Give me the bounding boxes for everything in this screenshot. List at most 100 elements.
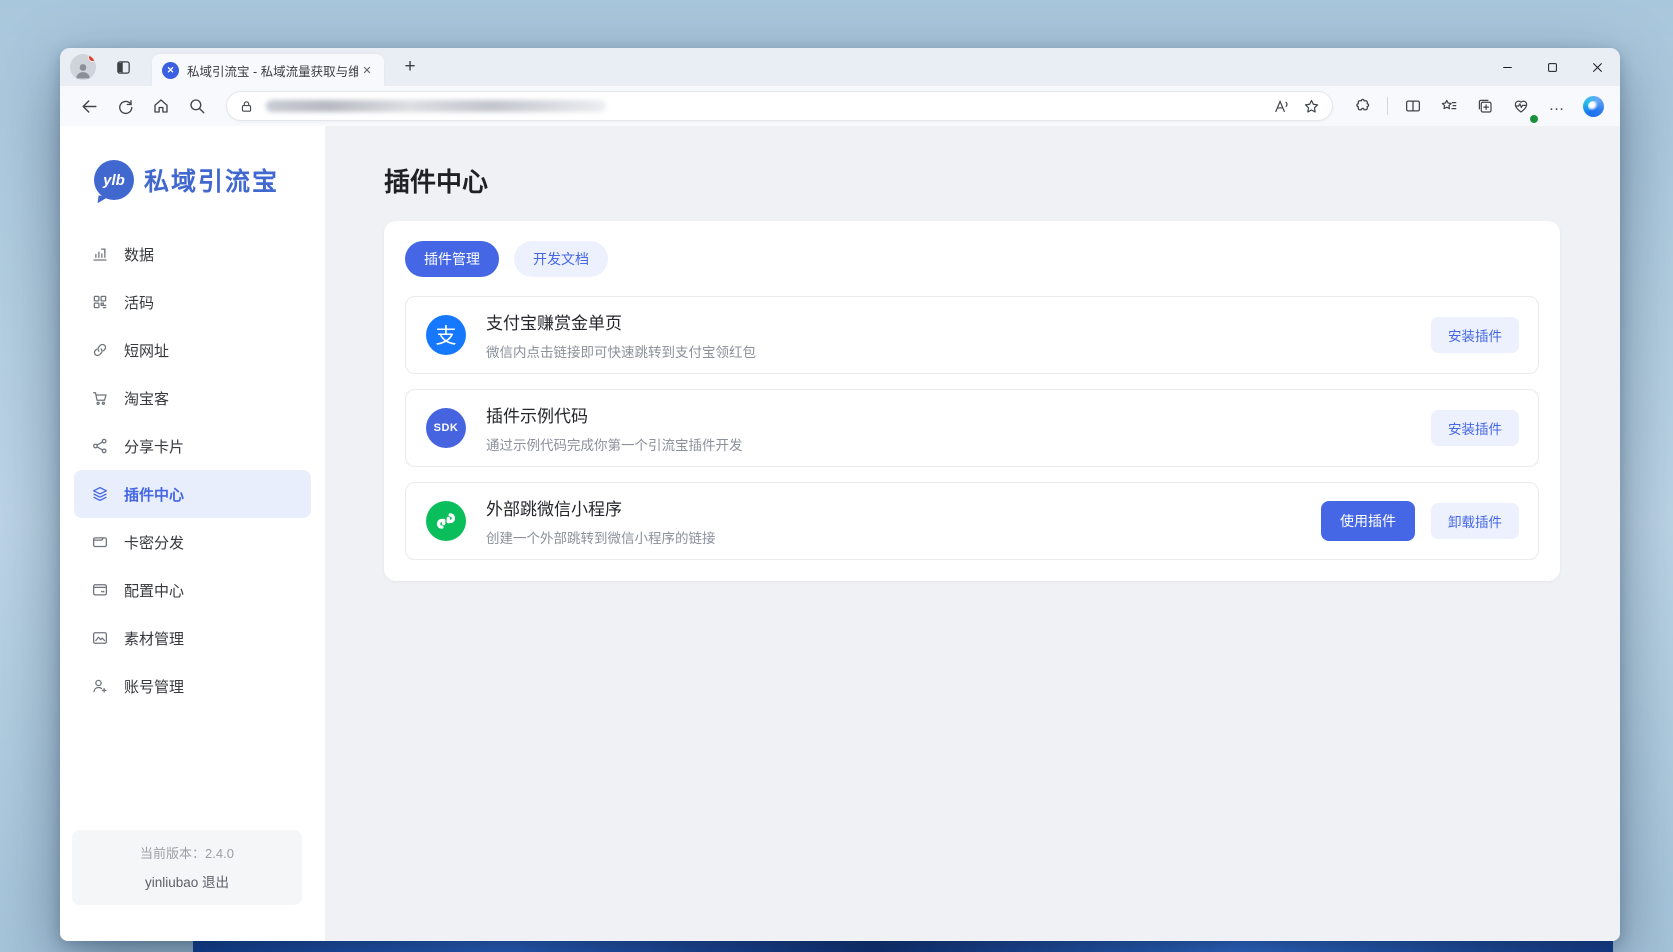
plugin-text: 插件示例代码 通过示例代码完成你第一个引流宝插件开发 (486, 402, 743, 454)
install-plugin-button[interactable]: 安装插件 (1431, 317, 1519, 353)
plugin-buttons: 安装插件 (1431, 410, 1519, 446)
sidebar-item-label: 插件中心 (124, 484, 184, 505)
window-gear-icon (91, 581, 109, 599)
sidebar-item-label: 账号管理 (124, 676, 184, 697)
address-bar[interactable] (226, 91, 1333, 121)
profile-avatar[interactable] (70, 54, 96, 80)
plugin-buttons: 使用插件 卸载插件 (1321, 501, 1519, 541)
notification-dot (88, 54, 96, 62)
toolbar-divider (1387, 97, 1388, 115)
plugin-text: 支付宝赚赏金单页 微信内点击链接即可快速跳转到支付宝领红包 (486, 309, 756, 361)
favorite-star-icon (1303, 98, 1320, 115)
sidebar-item-plugin-center[interactable]: 插件中心 (74, 470, 311, 518)
extensions-button[interactable] (1347, 91, 1377, 121)
close-button[interactable] (1575, 48, 1620, 86)
browser-essentials-button[interactable] (1506, 91, 1536, 121)
collections-icon (1476, 97, 1494, 115)
chart-icon (91, 245, 109, 263)
sidebar-item-label: 素材管理 (124, 628, 184, 649)
more-icon: … (1549, 101, 1566, 111)
maximize-button[interactable] (1530, 48, 1575, 86)
address-url-redacted (266, 100, 606, 112)
logo-bubble-icon: ylb (94, 160, 134, 200)
sidebar-item-material[interactable]: 素材管理 (74, 614, 311, 662)
search-button[interactable] (182, 91, 212, 121)
browser-window: ✕ 私域引流宝 - 私域流量获取与维护 ✕ + (60, 48, 1620, 941)
plugin-description: 微信内点击链接即可快速跳转到支付宝领红包 (486, 341, 756, 361)
copilot-icon (1583, 96, 1604, 117)
sidebar-item-label: 活码 (124, 292, 154, 313)
split-screen-button[interactable] (1398, 91, 1428, 121)
split-screen-icon (1404, 97, 1422, 115)
tab-strip: ✕ 私域引流宝 - 私域流量获取与维护 ✕ + (60, 48, 1620, 86)
uninstall-plugin-button[interactable]: 卸载插件 (1431, 503, 1519, 539)
install-plugin-button[interactable]: 安装插件 (1431, 410, 1519, 446)
sidebar-item-label: 数据 (124, 244, 154, 265)
extensions-icon (1353, 97, 1371, 115)
tab-dev-docs[interactable]: 开发文档 (514, 241, 608, 277)
add-favorite-button[interactable] (1296, 91, 1326, 121)
tab-title: 私域引流宝 - 私域流量获取与维护 (187, 61, 358, 80)
home-button[interactable] (146, 91, 176, 121)
refresh-icon (116, 97, 134, 115)
sdk-icon: SDK (426, 408, 466, 448)
tab-plugin-management[interactable]: 插件管理 (405, 241, 499, 277)
refresh-button[interactable] (110, 91, 140, 121)
sidebar-nav: 数据 活码 短网址 淘宝客 分享卡片 插件中心 卡密分发 配置中心 素材管理 账… (60, 230, 325, 710)
qr-code-icon (91, 293, 109, 311)
collections-button[interactable] (1470, 91, 1500, 121)
wechat-miniprogram-icon (426, 501, 466, 541)
maximize-icon (1544, 59, 1561, 76)
sidebar-item-short-url[interactable]: 短网址 (74, 326, 311, 374)
sidebar-item-share-card[interactable]: 分享卡片 (74, 422, 311, 470)
sidebar-item-live-code[interactable]: 活码 (74, 278, 311, 326)
sidebar-item-config-center[interactable]: 配置中心 (74, 566, 311, 614)
tab-close-icon[interactable]: ✕ (358, 61, 376, 79)
sidebar-item-data[interactable]: 数据 (74, 230, 311, 278)
alipay-icon: 支 (426, 315, 466, 355)
plugin-panel: 插件管理 开发文档 支 支付宝赚赏金单页 微信内点击链接即可快速跳转到支付宝领红… (384, 221, 1560, 581)
plugin-row-wechat-miniprogram: 外部跳微信小程序 创建一个外部跳转到微信小程序的链接 使用插件 卸载插件 (405, 482, 1539, 560)
tab-actions-icon (115, 59, 132, 76)
account-line: yinliubao 退出 (78, 871, 296, 891)
new-tab-button[interactable]: + (396, 53, 424, 81)
plugin-title: 支付宝赚赏金单页 (486, 309, 756, 334)
account-name: yinliubao (145, 875, 198, 890)
browser-tab[interactable]: ✕ 私域引流宝 - 私域流量获取与维护 ✕ (152, 54, 384, 86)
plugin-description: 创建一个外部跳转到微信小程序的链接 (486, 527, 716, 547)
user-add-icon (91, 677, 109, 695)
read-aloud-button[interactable] (1266, 91, 1296, 121)
logo-text: 私域引流宝 (144, 162, 279, 198)
window-controls (1485, 48, 1620, 86)
copilot-button[interactable] (1578, 91, 1608, 121)
tab-actions-button[interactable] (110, 54, 136, 80)
card-icon (91, 533, 109, 551)
minimize-button[interactable] (1485, 48, 1530, 86)
plugin-row-sdk: SDK 插件示例代码 通过示例代码完成你第一个引流宝插件开发 安装插件 (405, 389, 1539, 467)
site-favicon-icon: ✕ (162, 62, 179, 79)
person-icon (73, 60, 93, 80)
settings-more-button[interactable]: … (1542, 91, 1572, 121)
version-label: 当前版本：2.4.0 (78, 843, 296, 862)
plugin-buttons: 安装插件 (1431, 317, 1519, 353)
page-content: ylb 私域引流宝 数据 活码 短网址 淘宝客 分享卡片 插件中心 卡密分发 配… (60, 126, 1620, 941)
logout-link[interactable]: 退出 (202, 875, 229, 890)
lock-icon[interactable] (239, 99, 254, 114)
browser-toolbar: … (60, 86, 1620, 126)
sidebar-item-label: 短网址 (124, 340, 169, 361)
desktop-wallpaper-band (193, 941, 1613, 952)
sidebar-item-taobao[interactable]: 淘宝客 (74, 374, 311, 422)
page-title: 插件中心 (384, 162, 1560, 199)
back-button[interactable] (74, 91, 104, 121)
plugin-title: 外部跳微信小程序 (486, 495, 716, 520)
sidebar-item-account[interactable]: 账号管理 (74, 662, 311, 710)
plugin-row-alipay: 支 支付宝赚赏金单页 微信内点击链接即可快速跳转到支付宝领红包 安装插件 (405, 296, 1539, 374)
sidebar-item-label: 配置中心 (124, 580, 184, 601)
back-icon (80, 97, 99, 116)
sidebar-item-card-key[interactable]: 卡密分发 (74, 518, 311, 566)
favorites-button[interactable] (1434, 91, 1464, 121)
use-plugin-button[interactable]: 使用插件 (1321, 501, 1415, 541)
layers-icon (91, 485, 109, 503)
cart-icon (91, 389, 109, 407)
miniprogram-s-icon (431, 506, 461, 536)
